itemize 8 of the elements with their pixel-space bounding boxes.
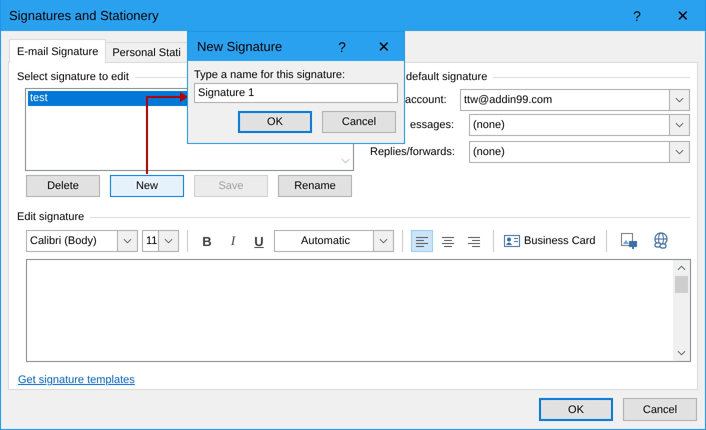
window-title: Signatures and Stationery: [9, 8, 160, 23]
section-label: default signature: [406, 71, 488, 83]
section-label: Edit signature: [17, 211, 84, 223]
dialog-title: New Signature: [197, 39, 284, 54]
field-label: account:: [404, 94, 448, 106]
field-label: Replies/forwards:: [369, 146, 456, 158]
prompt-label: Type a name for this signature:: [194, 69, 346, 81]
section-label: Select signature to edit: [17, 71, 129, 83]
